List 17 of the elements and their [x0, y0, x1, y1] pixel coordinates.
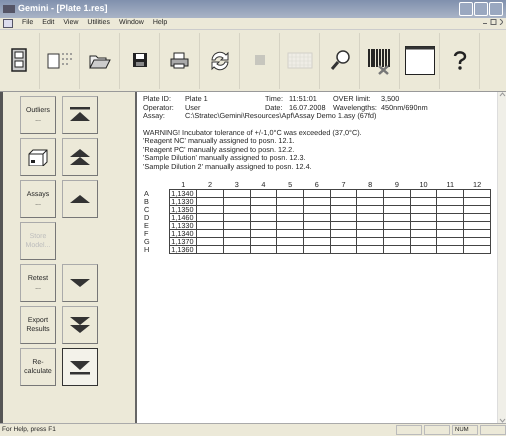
app-icon — [3, 5, 15, 13]
window-title: Gemini - [Plate 1.res] — [18, 2, 108, 16]
navigation-button[interactable] — [62, 138, 98, 176]
double-up-icon — [68, 147, 92, 167]
status-indicator — [396, 425, 422, 435]
box-button[interactable] — [20, 138, 56, 176]
navigation-button[interactable] — [62, 348, 98, 386]
box-icon — [28, 148, 48, 166]
double-down-icon — [68, 315, 92, 335]
status-indicator — [480, 425, 506, 435]
navigation-button[interactable] — [62, 306, 98, 344]
document-icon — [3, 19, 13, 28]
navigation-button[interactable] — [62, 96, 98, 134]
navigation-button[interactable] — [62, 264, 98, 302]
status-indicator — [424, 425, 450, 435]
navigation-button[interactable] — [62, 180, 98, 218]
window-icon — [404, 46, 434, 75]
